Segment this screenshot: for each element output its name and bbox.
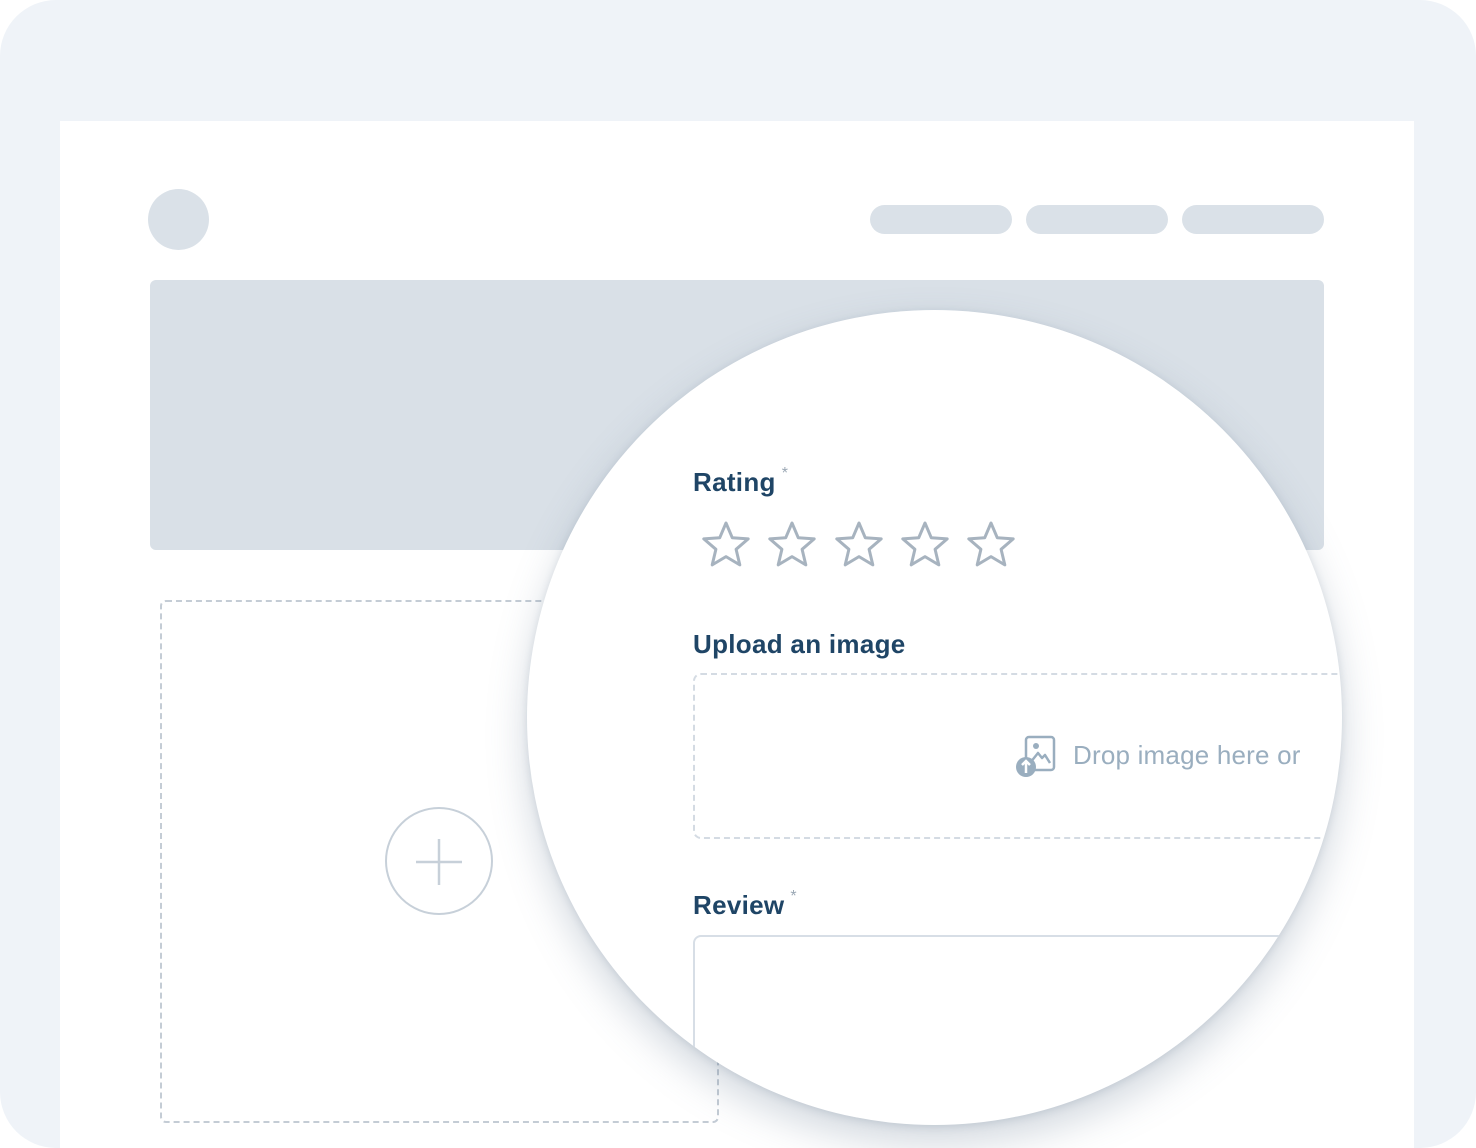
nav-item-placeholder-1[interactable] — [870, 205, 1012, 234]
nav-item-placeholder-2[interactable] — [1026, 205, 1168, 234]
upload-label: Upload an image — [693, 629, 906, 659]
review-textarea[interactable] — [693, 935, 1342, 1125]
review-label: Review * — [693, 888, 797, 921]
rating-label-text: Rating — [693, 467, 776, 497]
star-icon[interactable] — [766, 519, 818, 571]
magnifier-lens: Rating * Upload an image Drop image here… — [527, 310, 1342, 1125]
drop-image-text: Drop image here or — [1073, 740, 1301, 770]
nav-item-placeholder-3[interactable] — [1182, 205, 1324, 234]
star-icon[interactable] — [700, 519, 752, 571]
rating-label: Rating * — [693, 465, 789, 498]
logo-placeholder — [148, 189, 209, 250]
review-label-text: Review — [693, 890, 785, 920]
plus-icon — [416, 839, 462, 885]
star-icon[interactable] — [965, 519, 1017, 571]
star-icon[interactable] — [833, 519, 885, 571]
image-upload-icon[interactable] — [1013, 733, 1059, 779]
required-mark: * — [790, 888, 797, 905]
required-mark: * — [781, 465, 789, 482]
star-icon[interactable] — [899, 519, 951, 571]
add-media-button[interactable] — [385, 807, 493, 915]
browser-frame: Rating * Upload an image Drop image here… — [0, 0, 1476, 1148]
